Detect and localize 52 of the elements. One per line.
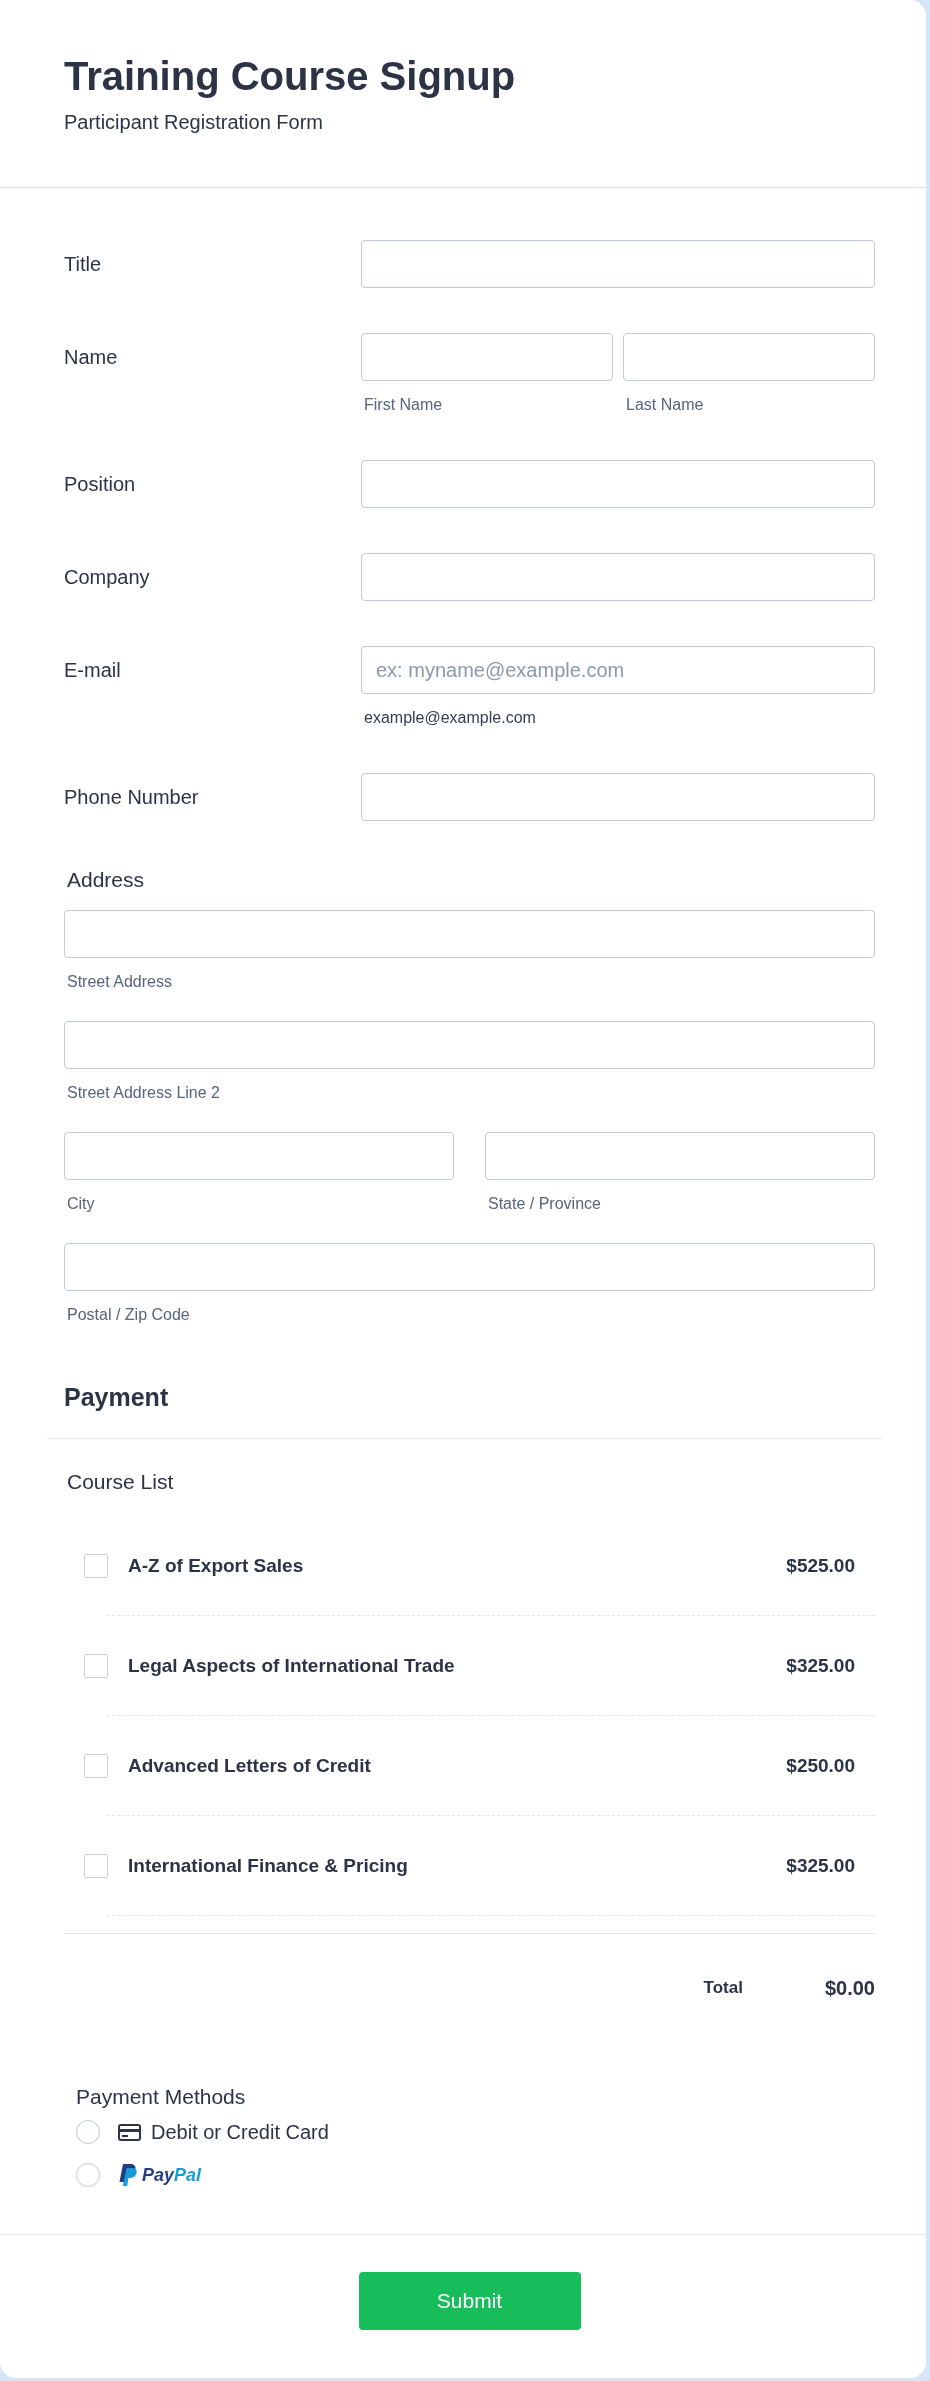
course-price: $325.00 (786, 1653, 855, 1678)
course-name: Legal Aspects of International Trade (128, 1653, 455, 1678)
checkbox[interactable] (84, 1553, 108, 1578)
submit-button[interactable]: Submit (358, 2272, 581, 2330)
form-subtitle: Participant Registration Form (64, 110, 323, 135)
field-label: Name (64, 345, 118, 369)
input-field[interactable] (361, 553, 875, 601)
radio-button[interactable] (76, 2120, 100, 2144)
form-title: Training Course Signup (64, 53, 516, 100)
checkbox[interactable] (84, 1753, 108, 1778)
field-sublabel: Street Address (66, 972, 172, 992)
course-name: International Finance & Pricing (128, 1853, 408, 1878)
field-sublabel: State / Province (487, 1194, 601, 1214)
field-sublabel: Street Address Line 2 (66, 1083, 220, 1103)
field-label: Phone Number (64, 785, 199, 809)
input-field[interactable] (64, 1243, 875, 1291)
radio-button[interactable] (76, 2163, 100, 2187)
total-label: Total (703, 1977, 743, 1999)
field-label: Position (64, 472, 136, 496)
input-field[interactable] (64, 910, 875, 958)
payment-method-label: Debit or Credit Card (151, 2120, 329, 2144)
credit-card-icon (118, 2123, 141, 2141)
input-field[interactable] (64, 1132, 454, 1180)
course-price: $325.00 (786, 1853, 855, 1878)
section-heading: Payment (64, 1382, 169, 1412)
field-hint: example@example.com (363, 708, 536, 728)
field-label: Company (64, 565, 150, 589)
input-field[interactable] (64, 1021, 875, 1069)
checkbox[interactable] (84, 1853, 108, 1878)
field-label: Payment Methods (75, 2084, 246, 2110)
field-label: Address (66, 867, 145, 893)
field-sublabel: First Name (363, 395, 443, 415)
field-label: Course List (66, 1469, 174, 1495)
field-sublabel: Last Name (625, 395, 704, 415)
input-field[interactable]: ex: myname@example.com (361, 646, 875, 694)
course-name: A-Z of Export Sales (128, 1553, 304, 1578)
course-price: $525.00 (786, 1553, 855, 1578)
course-price: $250.00 (786, 1753, 855, 1778)
field-label: E-mail (64, 658, 121, 682)
input-field[interactable] (361, 333, 613, 381)
input-field[interactable] (361, 773, 875, 821)
input-field[interactable] (361, 460, 875, 508)
input-field[interactable] (623, 333, 875, 381)
input-field[interactable] (485, 1132, 875, 1180)
field-label: Title (64, 252, 102, 276)
logo-mark-icon (118, 2164, 137, 2186)
course-name: Advanced Letters of Credit (128, 1753, 371, 1778)
field-sublabel: City (66, 1194, 95, 1214)
field-sublabel: Postal / Zip Code (66, 1305, 190, 1325)
total-amount: $0.00 (824, 1976, 875, 2001)
checkbox[interactable] (84, 1653, 108, 1678)
input-field[interactable] (361, 240, 875, 288)
